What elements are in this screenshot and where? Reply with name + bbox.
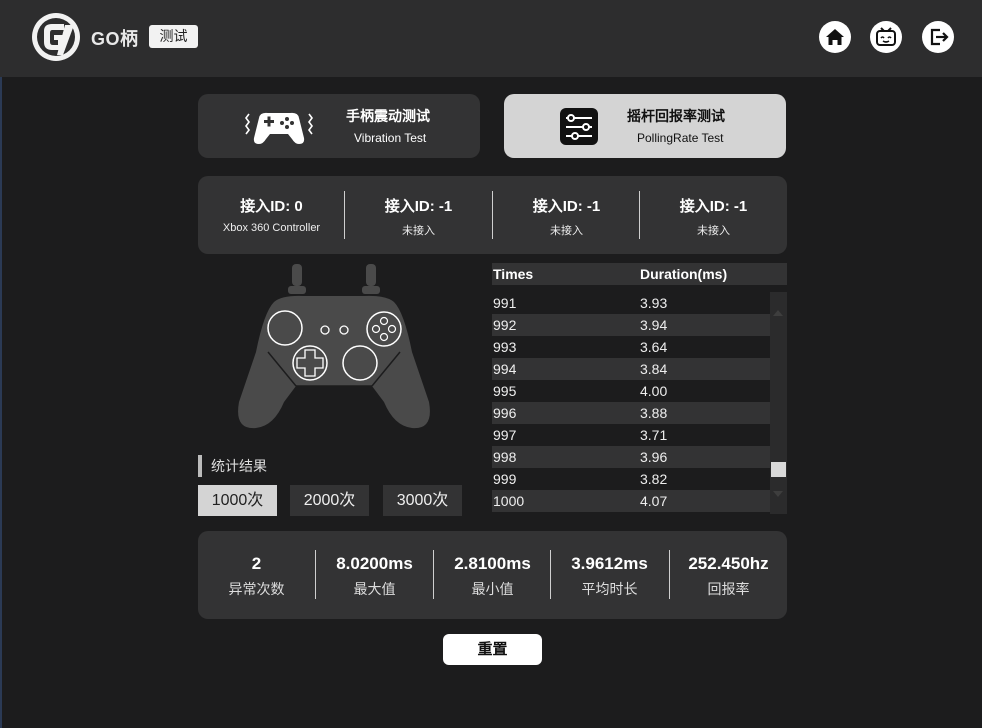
table-header: Times Duration(ms) — [492, 263, 787, 285]
cell-duration: 3.64 — [640, 339, 668, 355]
table-row: 999 3.82 — [492, 468, 770, 490]
count-1000-button[interactable]: 1000次 — [198, 485, 277, 516]
brand-name: GO柄 — [91, 29, 139, 49]
tab-vibration-test[interactable]: 手柄震动测试 Vibration Test — [198, 94, 480, 158]
summary-value: 2 — [251, 554, 262, 573]
cell-duration: 3.93 — [640, 295, 668, 311]
cell-times: 995 — [493, 383, 517, 399]
table-row: 997 3.71 — [492, 424, 770, 446]
go-logo-icon — [32, 13, 80, 61]
table-body: 991 3.93 992 3.94 993 3.64 994 3.84 995 4.00 … — [492, 292, 770, 512]
controller-slot-0[interactable]: 接入ID: 0 Xbox 360 Controller — [198, 176, 345, 254]
tab-vibration-subtitle: Vibration Test — [354, 131, 427, 145]
controller-id-label: 接入ID: -1 — [532, 198, 601, 215]
summary-label: 最大值 — [353, 581, 396, 597]
cell-times: 994 — [493, 361, 517, 377]
controller-slot-3[interactable]: 接入ID: -1 未接入 — [640, 176, 787, 254]
summary-value: 3.9612ms — [571, 554, 648, 573]
column-duration: Duration(ms) — [640, 266, 728, 282]
summary-value: 2.8100ms — [454, 554, 531, 573]
controller-id-label: 接入ID: -1 — [384, 198, 453, 215]
scroll-up-arrow-icon[interactable] — [773, 310, 783, 316]
tv-icon[interactable] — [869, 20, 903, 54]
sliders-icon — [560, 108, 598, 145]
table-row: 994 3.84 — [492, 358, 770, 380]
window-edge — [0, 77, 2, 728]
summary-min: 2.8100ms 最小值 — [434, 531, 551, 619]
controller-name: 未接入 — [402, 225, 435, 237]
table-row: 996 3.88 — [492, 402, 770, 424]
summary-label: 异常次数 — [228, 581, 285, 597]
cell-duration: 3.71 — [640, 427, 668, 443]
scroll-down-arrow-icon[interactable] — [773, 491, 783, 497]
table-row: 998 3.96 — [492, 446, 770, 468]
gamepad-vibration-icon — [245, 112, 313, 144]
summary-label: 平均时长 — [581, 581, 638, 597]
mode-tag: 测试 — [149, 25, 198, 48]
cell-duration: 3.88 — [640, 405, 668, 421]
cell-duration: 3.82 — [640, 471, 668, 487]
table-row: 993 3.64 — [492, 336, 770, 358]
cell-duration: 4.07 — [640, 493, 668, 509]
controller-id-label: 接入ID: 0 — [240, 198, 303, 215]
controller-slot-2[interactable]: 接入ID: -1 未接入 — [493, 176, 640, 254]
summary-label: 回报率 — [707, 581, 750, 597]
controller-id-label: 接入ID: -1 — [679, 198, 748, 215]
tab-pollingrate-subtitle: PollingRate Test — [637, 131, 724, 145]
cell-times: 991 — [493, 295, 517, 311]
tab-pollingrate-title: 摇杆回报率测试 — [627, 108, 725, 124]
cell-times: 996 — [493, 405, 517, 421]
cell-times: 993 — [493, 339, 517, 355]
summary-anomaly-count: 2 异常次数 — [198, 531, 315, 619]
polling-table: Times Duration(ms) 991 3.93 992 3.94 993 3.… — [492, 263, 787, 514]
controller-slot-1[interactable]: 接入ID: -1 未接入 — [345, 176, 492, 254]
tab-vibration-title: 手柄震动测试 — [346, 108, 430, 124]
table-row: 991 3.93 — [492, 292, 770, 314]
cell-times: 997 — [493, 427, 517, 443]
cell-duration: 3.96 — [640, 449, 668, 465]
controller-name: 未接入 — [697, 225, 730, 237]
count-3000-button[interactable]: 3000次 — [383, 485, 462, 516]
cell-duration: 3.84 — [640, 361, 668, 377]
table-row: 992 3.94 — [492, 314, 770, 336]
home-icon[interactable] — [818, 20, 852, 54]
summary-max: 8.0200ms 最大值 — [316, 531, 433, 619]
summary-value: 252.450hz — [688, 554, 769, 573]
summary-polling-rate: 252.450hz 回报率 — [670, 531, 787, 619]
column-times: Times — [493, 266, 534, 282]
count-2000-button[interactable]: 2000次 — [290, 485, 369, 516]
cell-times: 1000 — [493, 493, 525, 509]
gamepad-illustration — [238, 264, 430, 429]
controller-name: 未接入 — [550, 225, 583, 237]
table-row: 1000 4.07 — [492, 490, 770, 512]
exit-icon[interactable] — [921, 20, 955, 54]
stats-result-label: 统计结果 — [198, 455, 267, 477]
table-row: 995 4.00 — [492, 380, 770, 402]
reset-button[interactable]: 重置 — [443, 634, 542, 665]
cell-duration: 3.94 — [640, 317, 668, 333]
cell-duration: 4.00 — [640, 383, 668, 399]
scroll-thumb[interactable] — [771, 462, 786, 477]
controller-id-panel: 接入ID: 0 Xbox 360 Controller 接入ID: -1 未接入… — [198, 176, 787, 254]
cell-times: 998 — [493, 449, 517, 465]
cell-times: 992 — [493, 317, 517, 333]
cell-times: 999 — [493, 471, 517, 487]
controller-name: Xbox 360 Controller — [222, 222, 321, 234]
summary-panel: 2 异常次数 8.0200ms 最大值 2.8100ms 最小值 3.9612m… — [198, 531, 787, 619]
summary-value: 8.0200ms — [336, 554, 413, 573]
tab-pollingrate-test[interactable]: 摇杆回报率测试 PollingRate Test — [504, 94, 786, 158]
table-scrollbar[interactable] — [770, 292, 787, 514]
summary-label: 最小值 — [471, 581, 514, 597]
summary-average: 3.9612ms 平均时长 — [551, 531, 668, 619]
